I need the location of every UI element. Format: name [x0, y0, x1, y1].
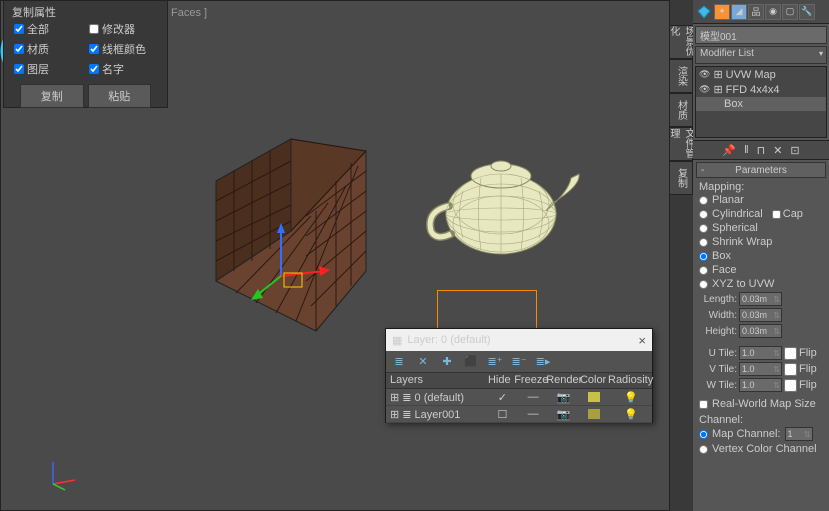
select-layer-icon[interactable]: ⬛ — [464, 355, 478, 369]
height-spinner[interactable]: 0.03m — [739, 324, 782, 338]
layer-columns-header: Layers Hide Freeze Render Color Radiosit… — [386, 373, 652, 389]
copy-panel-title: 复制属性 — [4, 1, 167, 19]
highlight-layer-icon[interactable]: ≣⁺ — [488, 355, 502, 369]
layer-dialog-icon: ▦ — [392, 334, 402, 347]
diamond-icon — [695, 3, 713, 21]
eye-icon[interactable]: 👁 — [699, 84, 710, 95]
layer-row[interactable]: ⊞ ≣ 0 (default) ✓ — 📷 💡 — [386, 389, 652, 406]
radio-shrinkwrap[interactable]: Shrink Wrap — [699, 235, 823, 249]
copy-button[interactable]: 复制 — [20, 84, 84, 108]
mapchannel-spinner[interactable]: 1 — [785, 427, 813, 441]
color-swatch[interactable] — [579, 391, 610, 403]
check-layer[interactable]: 图层 — [14, 61, 49, 77]
radiosity-toggle[interactable]: 💡 — [610, 407, 652, 422]
tab-copy[interactable]: 复制 — [669, 161, 693, 195]
vflip-checkbox[interactable]: Flip — [784, 363, 817, 376]
radio-mapchannel[interactable]: Map Channel:1 — [699, 426, 823, 442]
display-tab-icon[interactable]: ▢ — [782, 4, 798, 20]
tab-render[interactable]: 渲染 — [669, 59, 693, 93]
tab-material[interactable]: 材质 — [669, 93, 693, 127]
radio-planar[interactable]: Planar — [699, 193, 823, 207]
wflip-checkbox[interactable]: Flip — [784, 379, 817, 392]
radio-xyz[interactable]: XYZ to UVW — [699, 277, 823, 291]
mapping-label: Mapping: — [699, 181, 823, 193]
color-swatch[interactable] — [579, 408, 610, 420]
stack-item-ffd: 👁⊞FFD 4x4x4 — [696, 82, 826, 97]
freeze-toggle[interactable]: — — [518, 407, 549, 421]
check-material[interactable]: 材质 — [14, 41, 49, 57]
create-tab-icon[interactable]: ✦ — [714, 4, 730, 20]
modifier-list-dropdown[interactable]: Modifier List — [695, 46, 827, 64]
render-toggle[interactable]: 📷 — [548, 390, 579, 405]
layer-toolbar: ≣ ✕ ✚ ⬛ ≣⁺ ≣⁻ ≣▸ — [386, 351, 652, 373]
axis-tripod-icon — [45, 456, 81, 492]
radio-cylindrical[interactable]: CylindricalCap — [699, 207, 823, 221]
freeze-toggle[interactable]: — — [518, 390, 549, 404]
layer-dialog-title: Layer: 0 (default) — [407, 334, 490, 346]
vtile-spinner[interactable]: 1.0 — [739, 362, 782, 376]
side-tab-strip: 场景优化 渲染 材质 文件管理 复制 — [669, 25, 693, 195]
modify-tab-icon[interactable]: ◢ — [731, 4, 747, 20]
utilities-tab-icon[interactable]: 🔧 — [799, 4, 815, 20]
stack-item-uvwmap: 👁⊞UVW Map — [696, 67, 826, 82]
stack-toolbar: 📌 ‖ ⊓ ✕ ⊡ — [693, 140, 829, 160]
hide-toggle[interactable]: ☐ — [487, 407, 518, 422]
paste-button[interactable]: 粘贴 — [88, 84, 152, 108]
check-wirecolor[interactable]: 线框颜色 — [89, 41, 146, 57]
modifier-stack[interactable]: 👁⊞UVW Map 👁⊞FFD 4x4x4 Box — [695, 66, 827, 138]
object-name-field[interactable]: 模型001 — [695, 26, 827, 44]
make-unique-icon[interactable]: ⊓ — [757, 144, 766, 157]
radiosity-toggle[interactable]: 💡 — [610, 390, 652, 405]
layer-dialog[interactable]: ▦ Layer: 0 (default) × ≣ ✕ ✚ ⬛ ≣⁺ ≣⁻ ≣▸ … — [385, 328, 653, 423]
command-panel: ✦ ◢ 品 ◉ ▢ 🔧 模型001 Modifier List 👁⊞UVW Ma… — [693, 0, 829, 511]
tab-scene-optimize[interactable]: 场景优化 — [669, 25, 693, 59]
render-toggle[interactable]: 📷 — [548, 407, 579, 422]
tab-file-manage[interactable]: 文件管理 — [669, 127, 693, 161]
stack-item-box: Box — [696, 97, 826, 111]
eye-icon[interactable]: 👁 — [699, 69, 710, 80]
check-modifier[interactable]: 修改器 — [89, 21, 135, 37]
check-all[interactable]: 全部 — [14, 21, 49, 37]
radio-box[interactable]: Box — [699, 249, 823, 263]
layer-props-icon[interactable]: ≣▸ — [536, 355, 550, 369]
hide-layer-icon[interactable]: ≣⁻ — [512, 355, 526, 369]
delete-layer-icon[interactable]: ✕ — [416, 355, 430, 369]
remove-icon[interactable]: ✕ — [773, 144, 782, 157]
check-name[interactable]: 名字 — [89, 61, 124, 77]
radio-spherical[interactable]: Spherical — [699, 221, 823, 235]
motion-tab-icon[interactable]: ◉ — [765, 4, 781, 20]
show-result-icon[interactable]: ‖ — [744, 144, 749, 156]
copy-attributes-panel: 复制属性 全部 修改器 材质 线框颜色 图层 名字 复制 粘贴 — [3, 0, 168, 108]
wedge-object[interactable] — [206, 121, 376, 361]
length-spinner[interactable]: 0.03m — [739, 292, 782, 306]
wtile-spinner[interactable]: 1.0 — [739, 378, 782, 392]
utile-spinner[interactable]: 1.0 — [739, 346, 782, 360]
configure-icon[interactable]: ⊡ — [790, 144, 799, 157]
realworld-checkbox[interactable]: Real-World Map Size — [699, 397, 823, 411]
width-spinner[interactable]: 0.03m — [739, 308, 782, 322]
hide-toggle[interactable]: ✓ — [487, 390, 518, 405]
close-icon[interactable]: × — [638, 333, 646, 348]
teapot-object[interactable] — [421, 136, 591, 266]
radio-vertexcolor[interactable]: Vertex Color Channel — [699, 442, 823, 456]
uflip-checkbox[interactable]: Flip — [784, 347, 817, 360]
layer-dialog-titlebar[interactable]: ▦ Layer: 0 (default) × — [386, 329, 652, 351]
layer-row[interactable]: ⊞ ≣ Layer001 ☐ — 📷 💡 — [386, 406, 652, 423]
command-panel-tabs: ✦ ◢ 品 ◉ ▢ 🔧 — [693, 0, 829, 24]
cap-checkbox[interactable] — [772, 210, 781, 219]
hierarchy-tab-icon[interactable]: 品 — [748, 4, 764, 20]
add-to-layer-icon[interactable]: ✚ — [440, 355, 454, 369]
channel-label: Channel: — [699, 414, 823, 426]
parameters-rollout-header[interactable]: Parameters — [696, 162, 826, 178]
new-layer-icon[interactable]: ≣ — [392, 355, 406, 369]
pin-icon[interactable]: 📌 — [722, 144, 736, 157]
radio-face[interactable]: Face — [699, 263, 823, 277]
viewport-label: Faces ] — [171, 7, 207, 19]
